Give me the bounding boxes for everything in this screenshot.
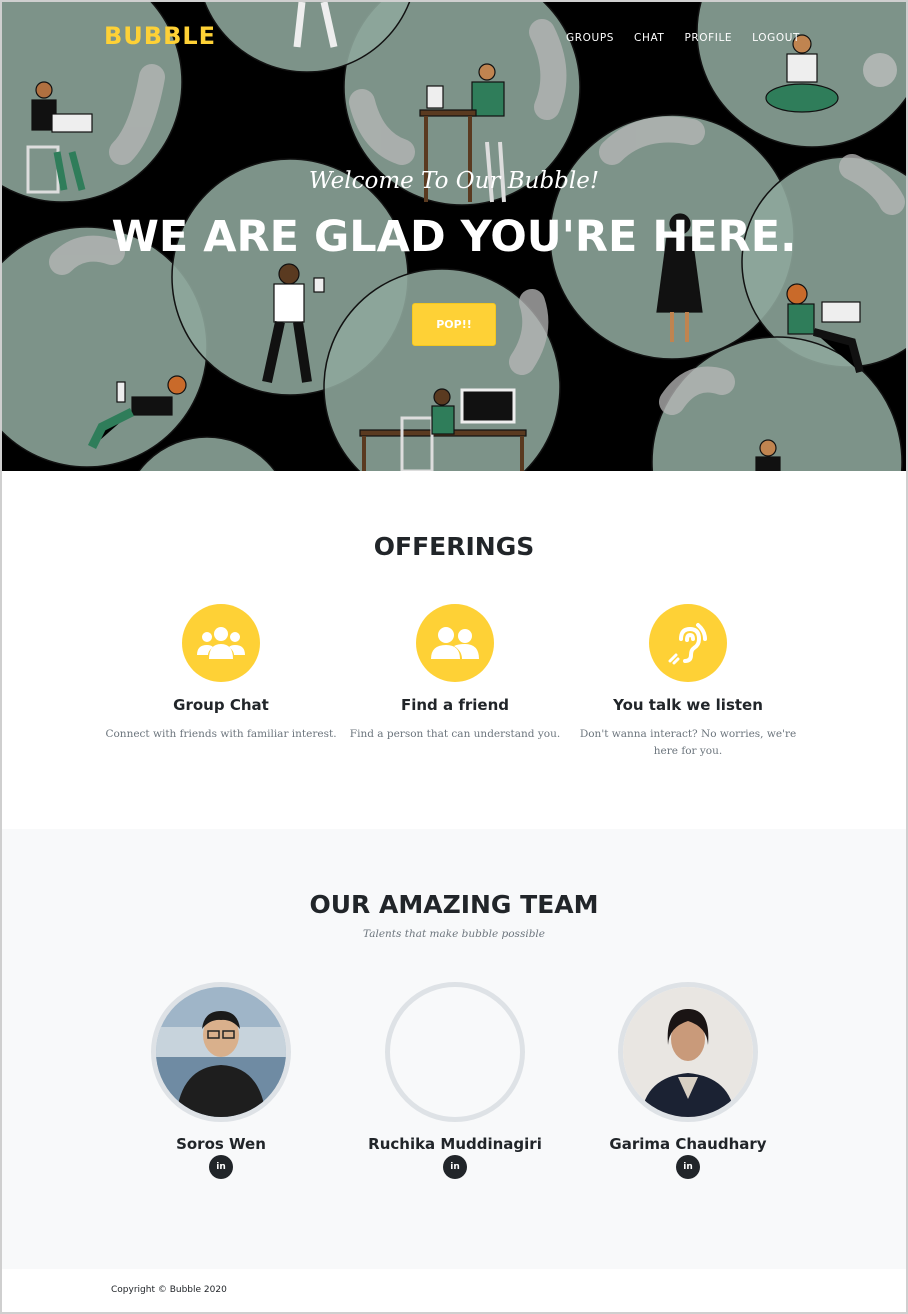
offering-title: You talk we listen	[613, 696, 763, 714]
member-name: Ruchika Muddinagiri	[368, 1135, 542, 1153]
linkedin-icon[interactable]: in	[443, 1155, 467, 1179]
offering-text: Connect with friends with familiar inter…	[105, 728, 337, 740]
team-member: Ruchika Muddinagiri in	[339, 982, 571, 1179]
team-subtitle: Talents that make bubble possible	[363, 928, 545, 940]
offering-text: Find a person that can understand you.	[349, 728, 561, 740]
nav-groups[interactable]: GROUPS	[566, 32, 614, 44]
page: BUBBLE GROUPS CHAT PROFILE LOGOUT Welcom…	[0, 0, 908, 1314]
team-member: Garima Chaudhary in	[572, 982, 804, 1179]
footer: Copyright © Bubble 2020	[2, 1269, 906, 1312]
linkedin-icon[interactable]: in	[209, 1155, 233, 1179]
offering-item: You talk we listen Don't wanna interact?…	[572, 604, 804, 760]
avatar	[385, 982, 525, 1122]
hero-section: BUBBLE GROUPS CHAT PROFILE LOGOUT Welcom…	[2, 2, 906, 471]
offering-text: Don't wanna interact? No worries, we're …	[579, 728, 797, 757]
avatar	[618, 982, 758, 1122]
team-section: OUR AMAZING TEAM Talents that make bubbl…	[2, 829, 906, 1269]
avatar	[151, 982, 291, 1122]
friends-icon	[416, 604, 494, 682]
member-name: Garima Chaudhary	[609, 1135, 767, 1153]
hero-subheading: Welcome To Our Bubble!	[308, 168, 600, 194]
team-title: OUR AMAZING TEAM	[309, 890, 599, 919]
nav-chat[interactable]: CHAT	[634, 32, 664, 44]
group-icon	[182, 604, 260, 682]
linkedin-icon[interactable]: in	[676, 1155, 700, 1179]
listening-icon	[649, 604, 727, 682]
hero-heading: WE ARE GLAD YOU'RE HERE.	[111, 212, 797, 262]
main-nav: GROUPS CHAT PROFILE LOGOUT	[566, 32, 800, 44]
offerings-section: OFFERINGS Group Chat Connect with friend…	[2, 471, 906, 829]
nav-profile[interactable]: PROFILE	[684, 32, 732, 44]
offering-item: Find a friend Find a person that can und…	[339, 604, 571, 743]
copyright-text: Copyright © Bubble 2020	[111, 1285, 227, 1295]
brand-logo[interactable]: BUBBLE	[104, 22, 216, 50]
offering-title: Group Chat	[173, 696, 269, 714]
offering-item: Group Chat Connect with friends with fam…	[105, 604, 337, 743]
nav-logout[interactable]: LOGOUT	[752, 32, 800, 44]
team-member: Soros Wen in	[105, 982, 337, 1179]
offerings-title: OFFERINGS	[373, 532, 535, 561]
pop-button[interactable]: POP!!	[412, 303, 496, 346]
member-name: Soros Wen	[176, 1135, 266, 1153]
offering-title: Find a friend	[400, 696, 510, 714]
